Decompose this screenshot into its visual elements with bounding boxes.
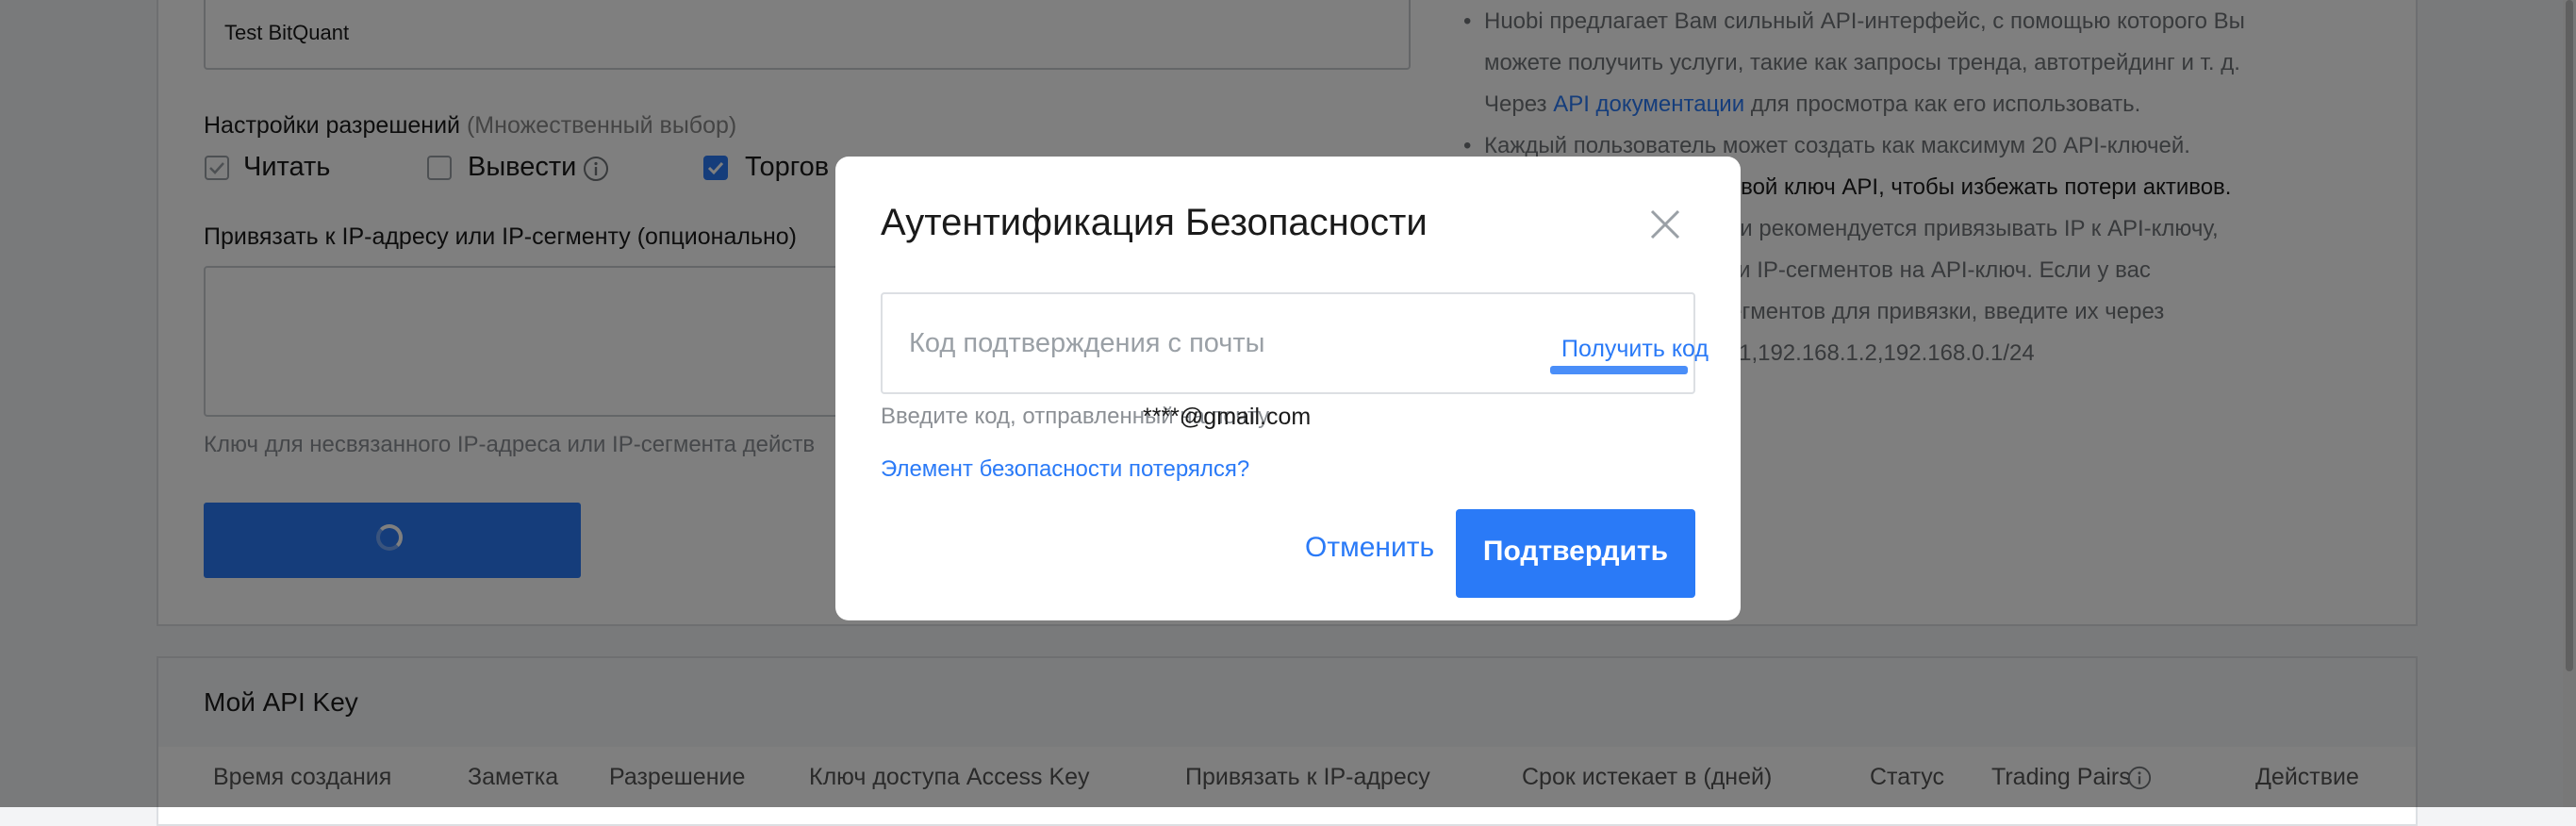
get-code-highlight (1550, 366, 1688, 374)
cancel-button[interactable]: Отменить (1305, 532, 1434, 564)
lost-security-item-link[interactable]: Элемент безопасности потерялся? (881, 456, 1249, 483)
email-code-input[interactable] (909, 322, 1494, 364)
email-code-field[interactable]: Получить код (881, 292, 1709, 394)
close-icon[interactable] (1646, 206, 1684, 243)
modal-title: Аутентификация Безопасности (881, 202, 1428, 243)
security-auth-modal: Аутентификация Безопасности Получить код… (835, 157, 1741, 620)
confirm-button-label: Подтвердить (1482, 536, 1669, 567)
masked-email: ****@gmail.com (1143, 404, 1312, 430)
get-code-button[interactable]: Получить код (1561, 336, 1709, 363)
confirm-button[interactable]: Подтвердить (1456, 509, 1695, 598)
